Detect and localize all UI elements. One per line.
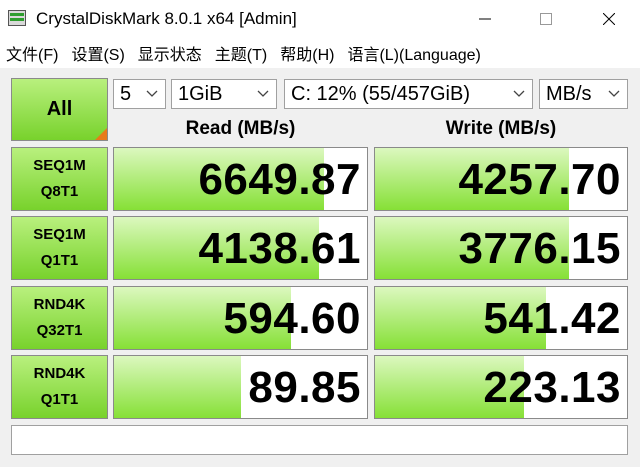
write-result-rnd4k-q32t1: 541.42	[374, 286, 628, 350]
comment-input[interactable]	[11, 425, 628, 455]
read-value: 594.60	[223, 294, 361, 343]
unit-value: MB/s	[546, 82, 592, 105]
test-button-seq1m-q1t1[interactable]: SEQ1M Q1T1	[11, 216, 108, 280]
test-label-line2: Q1T1	[40, 391, 79, 408]
drive-value: C: 12% (55/457GiB)	[291, 82, 470, 105]
close-button[interactable]	[586, 0, 632, 38]
chevron-down-icon	[608, 90, 620, 97]
unit-select[interactable]: MB/s	[539, 79, 628, 109]
test-button-seq1m-q8t1[interactable]: SEQ1M Q8T1	[11, 147, 108, 211]
read-result-rnd4k-q1t1: 89.85	[113, 355, 368, 419]
write-result-seq1m-q1t1: 3776.15	[374, 216, 628, 280]
chevron-down-icon	[513, 90, 525, 97]
write-value: 3776.15	[458, 224, 621, 273]
maximize-button[interactable]	[523, 0, 569, 38]
menu-help[interactable]: 帮助(H)	[280, 41, 334, 65]
test-label-line2: Q32T1	[36, 322, 83, 339]
app-disk-icon	[8, 10, 26, 26]
drive-select[interactable]: C: 12% (55/457GiB)	[284, 79, 533, 109]
read-value: 4138.61	[198, 224, 361, 273]
write-value: 4257.70	[458, 155, 621, 204]
read-result-seq1m-q8t1: 6649.87	[113, 147, 368, 211]
minimize-button[interactable]	[462, 0, 508, 38]
test-size-value: 1GiB	[178, 82, 223, 105]
minimize-icon	[479, 18, 491, 20]
test-count-select[interactable]: 5	[113, 79, 166, 109]
write-column-header: Write (MB/s)	[445, 118, 557, 139]
menu-settings[interactable]: 设置(S)	[71, 41, 124, 65]
menu-bar: 文件(F) 设置(S) 显示状态 主题(T) 帮助(H) 语言(L)(Langu…	[0, 38, 640, 68]
test-size-select[interactable]: 1GiB	[171, 79, 277, 109]
test-label-line1: SEQ1M	[33, 157, 86, 174]
read-column-header: Read (MB/s)	[185, 118, 296, 139]
test-label-line1: RND4K	[33, 365, 86, 382]
read-result-rnd4k-q32t1: 594.60	[113, 286, 368, 350]
menu-language[interactable]: 语言(L)(Language)	[347, 41, 480, 65]
all-button[interactable]: All	[11, 78, 108, 141]
chevron-down-icon	[146, 90, 158, 97]
read-value: 6649.87	[198, 155, 361, 204]
read-bar	[114, 356, 241, 418]
test-button-rnd4k-q32t1[interactable]: RND4K Q32T1	[11, 286, 108, 350]
write-value: 541.42	[483, 294, 621, 343]
test-label-line2: Q8T1	[40, 183, 79, 200]
corner-marker-icon	[95, 128, 107, 140]
test-button-rnd4k-q1t1[interactable]: RND4K Q1T1	[11, 355, 108, 419]
all-button-label: All	[46, 98, 73, 120]
test-label-line1: RND4K	[33, 296, 86, 313]
menu-display-status[interactable]: 显示状态	[138, 41, 202, 65]
write-result-rnd4k-q1t1: 223.13	[374, 355, 628, 419]
chevron-down-icon	[257, 90, 269, 97]
write-value: 223.13	[483, 363, 621, 412]
window-title: CrystalDiskMark 8.0.1 x64 [Admin]	[36, 9, 297, 28]
test-count-value: 5	[120, 82, 132, 105]
menu-theme[interactable]: 主题(T)	[215, 41, 267, 65]
maximize-icon	[540, 13, 552, 25]
test-label-line2: Q1T1	[40, 252, 79, 269]
read-result-seq1m-q1t1: 4138.61	[113, 216, 368, 280]
read-value: 89.85	[248, 363, 361, 412]
menu-file[interactable]: 文件(F)	[6, 41, 58, 65]
write-result-seq1m-q8t1: 4257.70	[374, 147, 628, 211]
title-bar: CrystalDiskMark 8.0.1 x64 [Admin]	[0, 0, 640, 38]
test-label-line1: SEQ1M	[33, 226, 86, 243]
close-icon	[603, 13, 615, 25]
